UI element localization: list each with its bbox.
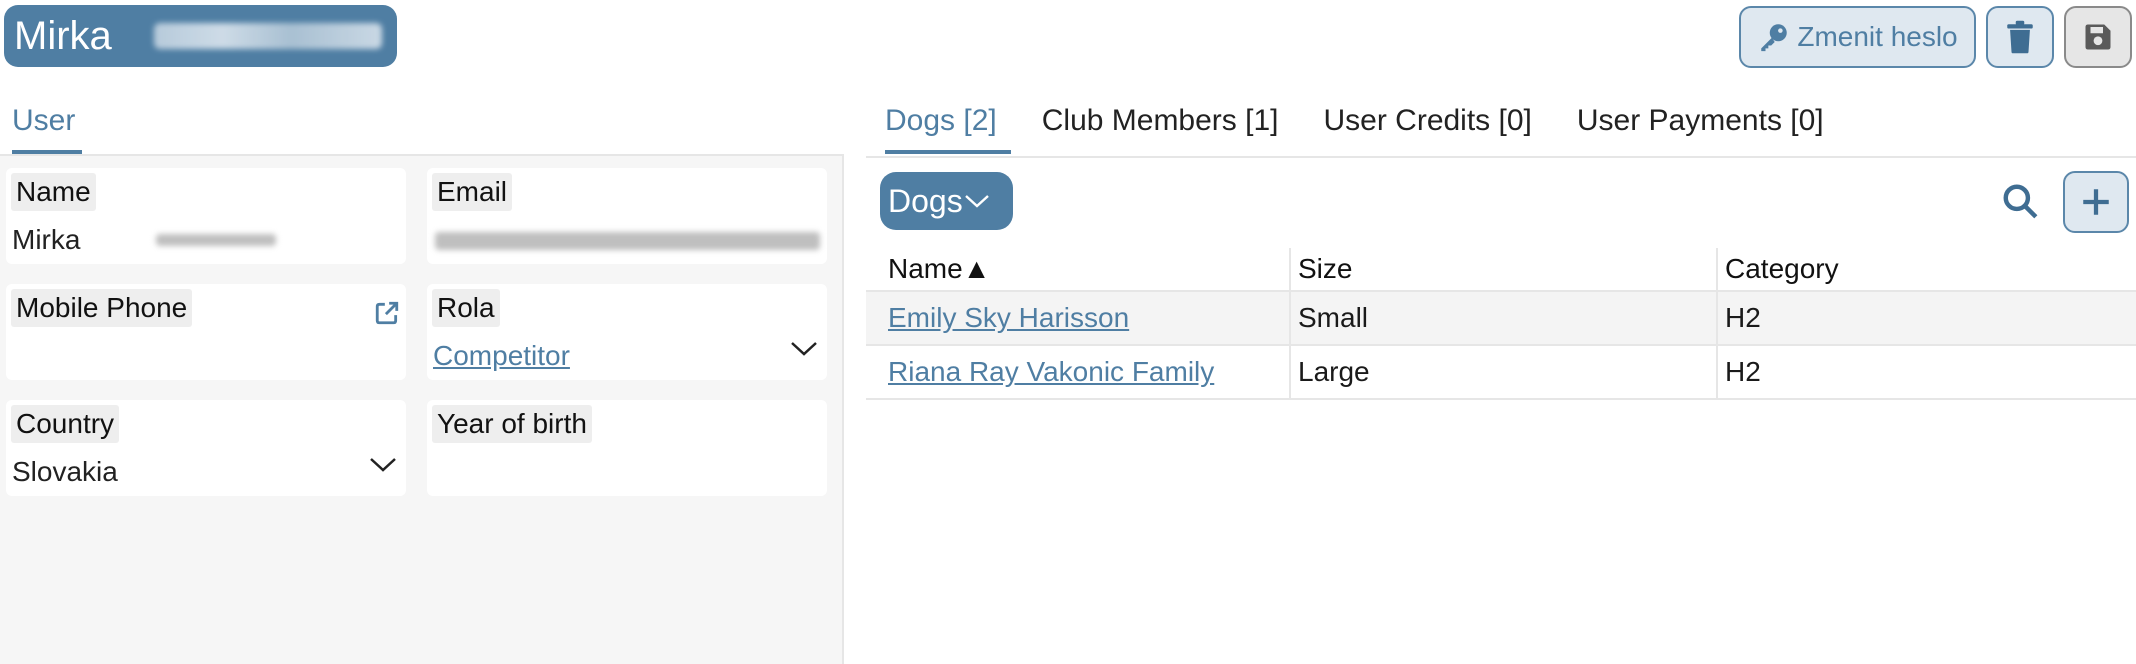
table-row[interactable]: Riana Ray Vakonic Family Large H2 [866,346,2136,400]
field-mobile-phone: Mobile Phone [6,284,406,380]
dogs-dropdown-label: Dogs [888,182,963,219]
plus-icon [2083,189,2109,215]
dogs-dropdown-button[interactable]: Dogs [880,172,1013,230]
detail-tabs: Dogs [2] Club Members [1] User Credits [… [885,104,1869,138]
mobile-phone-label: Mobile Phone [11,289,193,327]
field-name: Name Mirka [6,168,406,264]
dogs-table: Name▲ Size Category Emily Sky Harisson S… [866,248,2136,400]
name-label: Name [11,173,96,211]
user-first-name: Mirka [14,13,112,58]
page-title: Mirka [4,5,397,67]
search-icon[interactable] [2001,182,2039,220]
name-input[interactable]: Mirka [12,224,80,256]
year-of-birth-label: Year of birth [432,405,592,443]
dog-name-link[interactable]: Riana Ray Vakonic Family [888,356,1214,388]
add-dog-button[interactable] [2063,171,2129,233]
table-header: Name▲ Size Category [866,248,2136,292]
trash-icon [2007,20,2033,54]
email-input-redacted[interactable] [435,232,820,250]
key-icon [1761,24,1788,52]
chevron-down-icon [964,195,989,208]
dog-name-link[interactable]: Emily Sky Harisson [888,302,1129,334]
email-label: Email [432,173,513,211]
column-header-size[interactable]: Size [1289,248,1716,290]
table-row[interactable]: Emily Sky Harisson Small H2 [866,292,2136,346]
field-rola[interactable]: Rola Competitor [427,284,827,380]
tab-dogs-active-indicator [885,150,1011,154]
save-button[interactable] [2064,6,2132,68]
divider [866,156,2136,158]
toolbar: Zmenit heslo [1739,6,2132,68]
rola-select-value[interactable]: Competitor [433,340,570,372]
rola-label: Rola [432,289,500,327]
field-country[interactable]: Country Slovakia [6,400,406,496]
user-form: Name Mirka Email Mobile Phone Rola Compe… [0,156,844,664]
dog-size: Small [1289,292,1716,344]
user-last-name-redacted [153,23,382,49]
dog-size: Large [1289,346,1716,398]
external-link-icon[interactable] [374,300,400,326]
column-header-category[interactable]: Category [1716,248,2136,290]
chevron-down-icon[interactable] [368,454,398,474]
name-redacted [156,234,276,246]
tab-user-credits[interactable]: User Credits [0] [1323,104,1531,138]
chevron-down-icon[interactable] [789,338,819,358]
country-label: Country [11,405,120,443]
tab-user-payments[interactable]: User Payments [0] [1577,104,1824,138]
floppy-disk-icon [2085,24,2111,50]
tab-dogs[interactable]: Dogs [2] [885,104,997,138]
delete-button[interactable] [1986,6,2054,68]
field-year-of-birth[interactable]: Year of birth [427,400,827,496]
change-password-label: Zmenit heslo [1797,21,1958,52]
change-password-button[interactable]: Zmenit heslo [1739,6,1976,68]
dog-category: H2 [1716,292,2136,344]
tab-user[interactable]: User [12,104,75,138]
tab-club-members[interactable]: Club Members [1] [1042,104,1279,138]
dog-category: H2 [1716,346,2136,398]
field-email: Email [427,168,827,264]
column-header-name[interactable]: Name▲ [866,248,1289,290]
country-select-value[interactable]: Slovakia [12,456,118,488]
